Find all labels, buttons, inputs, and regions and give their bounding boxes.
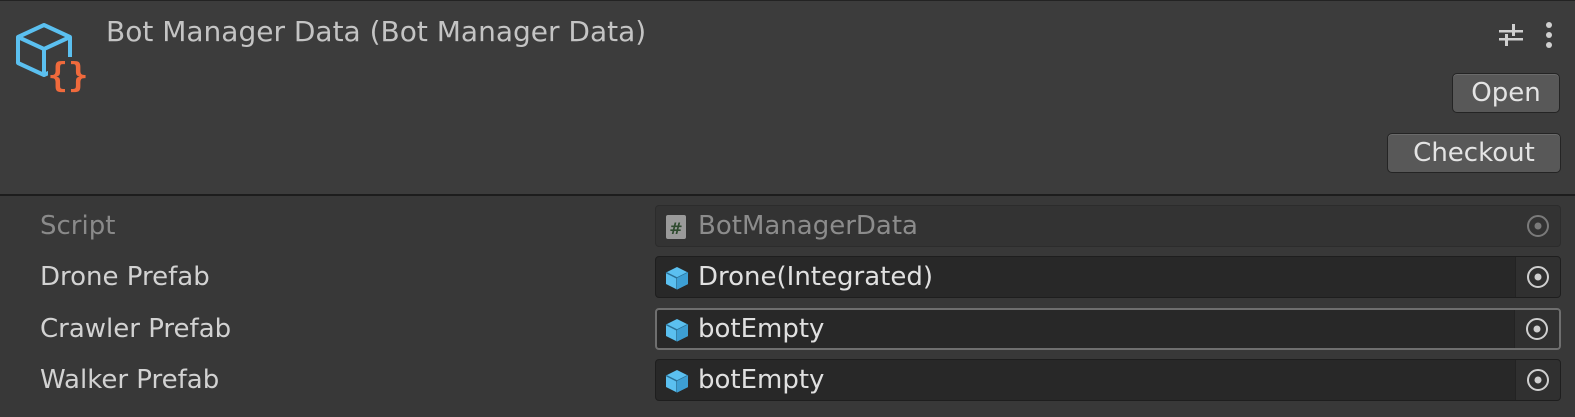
svg-text:#: # bbox=[669, 219, 682, 238]
property-row-script: Script # BotManagerData bbox=[0, 203, 1575, 249]
object-picker-button bbox=[1516, 206, 1560, 246]
scriptable-object-icon: {} bbox=[16, 23, 89, 95]
prefab-cube-icon bbox=[665, 370, 689, 393]
prefab-cube-icon bbox=[665, 319, 689, 342]
kebab-menu-icon[interactable] bbox=[1542, 19, 1556, 51]
property-label: Walker Prefab bbox=[40, 365, 220, 395]
object-picker-button[interactable] bbox=[1515, 257, 1560, 297]
property-row-crawler-prefab: Crawler Prefab botEmpty bbox=[0, 306, 1575, 352]
target-icon bbox=[1527, 266, 1549, 288]
object-field-value: BotManagerData bbox=[698, 211, 918, 241]
property-row-walker-prefab: Walker Prefab botEmpty bbox=[0, 357, 1575, 403]
walker-prefab-field[interactable]: botEmpty bbox=[655, 359, 1561, 401]
checkout-button[interactable]: Checkout bbox=[1387, 133, 1561, 173]
inspector-title: Bot Manager Data (Bot Manager Data) bbox=[106, 15, 647, 48]
target-icon bbox=[1527, 369, 1549, 391]
property-label: Script bbox=[40, 211, 116, 241]
open-button[interactable]: Open bbox=[1452, 73, 1560, 113]
csharp-script-icon: # bbox=[666, 215, 686, 239]
target-icon bbox=[1526, 318, 1548, 340]
property-label: Drone Prefab bbox=[40, 262, 210, 292]
drone-prefab-field[interactable]: Drone(Integrated) bbox=[655, 256, 1561, 298]
script-object-field: # BotManagerData bbox=[655, 205, 1561, 247]
object-field-value: botEmpty bbox=[698, 314, 825, 344]
target-icon bbox=[1527, 215, 1549, 237]
property-row-drone-prefab: Drone Prefab Drone(Integrated) bbox=[0, 254, 1575, 300]
inspector-header: {} Bot Manager Data (Bot Manager Data) O… bbox=[0, 0, 1575, 194]
object-picker-button[interactable] bbox=[1515, 360, 1560, 400]
header-divider bbox=[0, 194, 1575, 196]
property-label: Crawler Prefab bbox=[40, 314, 232, 344]
object-field-value: Drone(Integrated) bbox=[698, 262, 933, 292]
sliders-icon[interactable] bbox=[1497, 21, 1525, 49]
svg-text:{}: {} bbox=[48, 56, 89, 95]
prefab-cube-icon bbox=[665, 267, 689, 290]
object-field-value: botEmpty bbox=[698, 365, 825, 395]
object-picker-button[interactable] bbox=[1514, 310, 1559, 348]
crawler-prefab-field[interactable]: botEmpty bbox=[655, 308, 1561, 350]
